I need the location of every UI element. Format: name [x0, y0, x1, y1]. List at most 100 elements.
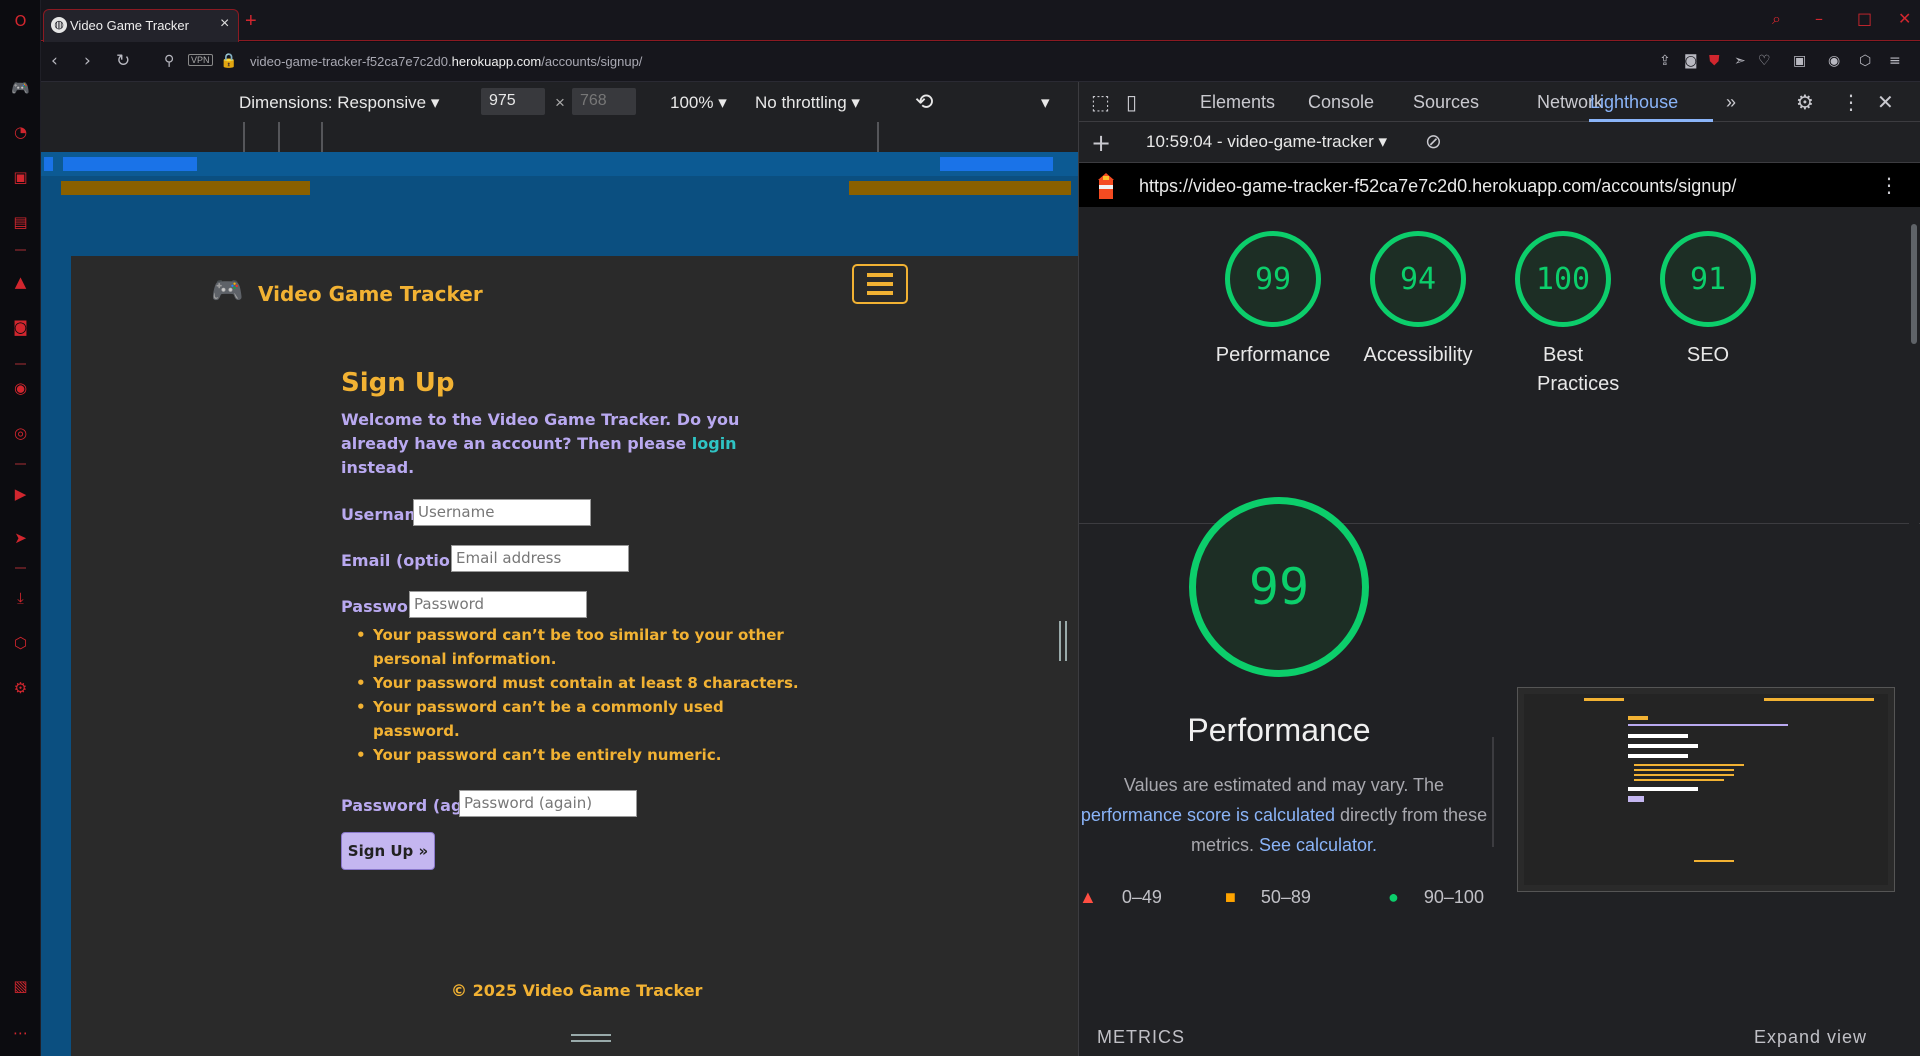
score-value: 100 — [1515, 231, 1611, 327]
list-item: Your password can’t be entirely numeric. — [341, 743, 811, 767]
score-gauge-performance[interactable]: 99 Performance — [1216, 231, 1330, 370]
add-report-icon[interactable]: + — [1091, 129, 1111, 157]
send-icon[interactable]: ➤ — [10, 527, 31, 548]
gamepad-icon[interactable]: 🎮 — [10, 77, 31, 98]
gamepad-icon[interactable]: 🎮 — [211, 276, 243, 306]
vpn-badge[interactable]: VPN — [188, 54, 213, 66]
extension-icon[interactable]: ▣ — [1793, 53, 1806, 69]
url-field[interactable]: video-game-tracker-f52ca7e7c2d0.herokuap… — [250, 54, 642, 69]
username-input[interactable]: Username — [413, 499, 591, 526]
zoom-select[interactable]: 100% ▾ — [670, 93, 727, 113]
share-icon[interactable]: ⇪ — [1659, 53, 1671, 69]
score-gauge-seo[interactable]: 91 SEO — [1660, 231, 1756, 370]
calculator-link[interactable]: See calculator. — [1259, 835, 1377, 855]
gear-icon[interactable]: ⚙ — [1796, 90, 1814, 114]
report-url[interactable]: https://video-game-tracker-f52ca7e7c2d0.… — [1139, 176, 1736, 197]
tab-video-game-tracker[interactable]: ◍ Video Game Tracker × — [43, 9, 239, 42]
cube-icon[interactable]: ⬡ — [10, 632, 31, 653]
rotate-icon[interactable]: ⟲ — [915, 89, 933, 115]
forward-icon[interactable]: › — [84, 51, 91, 71]
tab-console[interactable]: Console — [1308, 92, 1374, 113]
mq-segment[interactable] — [63, 157, 197, 171]
nav-toggle-button[interactable] — [852, 264, 908, 304]
square-icon: ■ — [1225, 887, 1236, 907]
inspect-icon[interactable]: ⬚ — [1091, 90, 1110, 114]
welcome-text-start: Welcome to the Video Game Tracker. Do yo… — [341, 410, 740, 453]
tab-bar: ◍ Video Game Tracker × + ⌕ – □ ✕ — [41, 0, 1920, 42]
password-again-input[interactable]: Password (again) — [459, 790, 637, 817]
new-tab-button[interactable]: + — [245, 10, 257, 33]
site-info-icon[interactable]: ⚲ — [164, 53, 174, 69]
instagram-icon[interactable]: ◙ — [10, 316, 31, 337]
footer-copyright: © 2025 Video Game Tracker — [451, 981, 703, 1000]
reload-icon[interactable]: ↻ — [116, 51, 130, 71]
close-icon[interactable]: ✕ — [1877, 90, 1894, 114]
tab-elements[interactable]: Elements — [1200, 92, 1275, 113]
device-toggle-icon[interactable]: ▯ — [1126, 90, 1137, 114]
kebab-menu-icon[interactable]: ⋮ — [1841, 90, 1861, 114]
browser-sidebar: O 🎮 ◔ ▣ ▤ ▲ ◙ ◉ ◎ ▶ ➤ ⤓ ⬡ ⚙ ▧ ⋯ — [0, 0, 41, 1056]
whatsapp-icon[interactable]: ◎ — [10, 422, 31, 443]
more-tabs-button[interactable]: » — [1726, 92, 1736, 113]
chevron-down-icon: ▾ — [430, 93, 440, 112]
speedometer-icon[interactable]: ◔ — [10, 121, 31, 142]
bag-icon[interactable]: ▣ — [10, 166, 31, 187]
page-title: Sign Up — [341, 368, 455, 398]
chevron-down-icon: ▾ — [851, 93, 860, 112]
more-icon[interactable]: ⋯ — [10, 1022, 31, 1043]
width-input[interactable]: 975 — [481, 88, 545, 115]
heart-icon[interactable]: ♡ — [1758, 53, 1771, 69]
mq-segment[interactable] — [940, 157, 1053, 171]
flow-icon[interactable]: ➣ — [1734, 53, 1746, 69]
expand-view-button[interactable]: Expand view — [1754, 1027, 1867, 1048]
opera-logo-icon[interactable]: O — [10, 10, 31, 31]
close-icon[interactable]: × — [220, 15, 229, 33]
email-input[interactable]: Email address — [451, 545, 629, 572]
messenger-icon[interactable]: ◉ — [10, 377, 31, 398]
aria-icon[interactable]: ▲ — [10, 271, 31, 292]
password-input[interactable]: Password — [409, 591, 587, 618]
mq-segment[interactable] — [849, 181, 1071, 195]
height-input[interactable]: 768 — [572, 88, 636, 115]
more-options-icon[interactable]: ▾ — [1041, 93, 1050, 113]
media-query-bars — [41, 122, 1078, 226]
page-screenshot-thumbnail[interactable] — [1517, 687, 1895, 892]
report-select[interactable]: 10:59:04 - video-game-tracker ▾ — [1146, 132, 1387, 152]
window-close-icon[interactable]: ✕ — [1898, 9, 1911, 28]
adblock-icon[interactable]: ⛊ — [1709, 53, 1720, 69]
mq-segment[interactable] — [44, 157, 53, 171]
gallery-icon[interactable]: ▧ — [10, 975, 31, 996]
back-icon[interactable]: ‹ — [51, 51, 58, 71]
report-scrollbar[interactable] — [1909, 214, 1919, 1056]
profile-icon[interactable]: ◉ — [1828, 53, 1840, 69]
score-calculated-link[interactable]: performance score is calculated — [1081, 805, 1335, 825]
maximize-icon[interactable]: □ — [1857, 9, 1872, 28]
legend-label: 50–89 — [1260, 887, 1311, 907]
cube-icon[interactable]: ⬡ — [1859, 53, 1871, 69]
resize-handle-bottom[interactable] — [571, 1034, 611, 1042]
download-icon[interactable]: ⤓ — [10, 587, 31, 608]
tab-sources[interactable]: Sources — [1413, 92, 1479, 113]
news-icon[interactable]: ▤ — [10, 211, 31, 232]
lock-icon[interactable]: 🔒 — [220, 53, 237, 69]
mq-segment[interactable] — [61, 181, 310, 195]
times-symbol: × — [555, 93, 565, 112]
sign-up-button[interactable]: Sign Up » — [341, 832, 435, 870]
brand-link[interactable]: Video Game Tracker — [258, 282, 483, 306]
search-icon[interactable]: ⌕ — [1772, 9, 1781, 29]
menu-icon[interactable]: ≡ — [1889, 53, 1901, 69]
clear-icon[interactable]: ⊘ — [1425, 129, 1442, 153]
scrollbar-thumb[interactable] — [1911, 224, 1917, 344]
score-gauge-accessibility[interactable]: 94 Accessibility — [1364, 231, 1472, 370]
throttling-select[interactable]: No throttling ▾ — [755, 93, 860, 113]
resize-handle-right[interactable] — [1059, 621, 1067, 661]
settings-icon[interactable]: ⚙ — [10, 677, 31, 698]
login-link[interactable]: login — [692, 434, 737, 453]
player-icon[interactable]: ▶ — [10, 483, 31, 504]
tab-lighthouse[interactable]: Lighthouse — [1590, 92, 1678, 113]
camera-icon[interactable]: ◙ — [1684, 53, 1698, 69]
dimensions-select[interactable]: Dimensions: Responsive ▾ — [239, 93, 439, 113]
score-gauge-best-practices[interactable]: 100 Best Practices — [1515, 231, 1619, 399]
minimize-icon[interactable]: – — [1815, 9, 1823, 28]
kebab-menu-icon[interactable]: ⋮ — [1879, 173, 1899, 197]
